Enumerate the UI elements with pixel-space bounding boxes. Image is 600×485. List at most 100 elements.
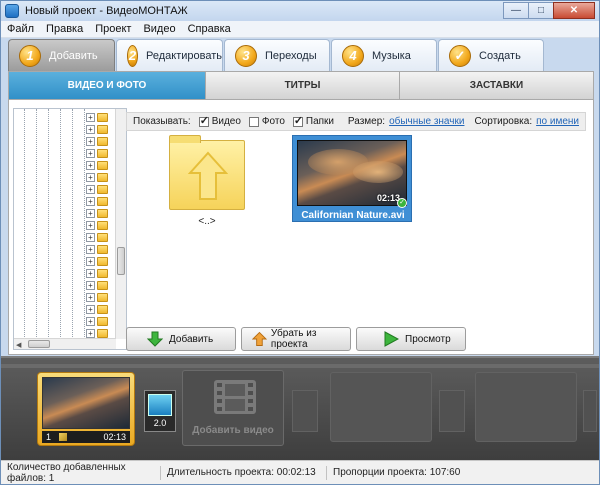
minimize-button[interactable]: — (503, 2, 529, 19)
tree-folder-row[interactable]: + (86, 316, 108, 327)
tree-folder-row[interactable]: + (86, 136, 108, 147)
size-label: Размер: (347, 116, 386, 127)
tree-vertical-scrollbar[interactable] (115, 109, 126, 339)
expand-icon[interactable]: + (86, 125, 95, 134)
expand-icon[interactable]: + (86, 137, 95, 146)
checkbox-label: Видео (211, 116, 241, 127)
status-proportions: Пропорции проекта: 107:60 (333, 467, 461, 478)
tree-folder-row[interactable]: + (86, 172, 108, 183)
pencil-icon[interactable] (59, 433, 68, 441)
expand-icon[interactable]: + (86, 209, 95, 218)
subtab-intros[interactable]: ЗАСТАВКИ (400, 72, 593, 99)
tree-folder-row[interactable]: + (86, 304, 108, 315)
status-bar: Количество добавленных файлов: 1 Длитель… (1, 460, 599, 484)
expand-icon[interactable]: + (86, 197, 95, 206)
empty-transition-slot[interactable] (292, 390, 318, 432)
empty-transition-slot[interactable] (439, 390, 465, 432)
timeline-clip[interactable]: 1 02:13 (37, 372, 135, 446)
menu-edit[interactable]: Правка (40, 23, 89, 35)
step-tab-add[interactable]: 1 Добавить (8, 39, 115, 71)
filter-folders-checkbox[interactable]: Папки (292, 114, 334, 127)
expand-icon[interactable]: + (86, 281, 95, 290)
tree-folder-row[interactable]: + (86, 280, 108, 291)
step-tab-create[interactable]: ✓ Создать (438, 39, 544, 71)
tree-folder-row[interactable]: + (86, 268, 108, 279)
step-label: Переходы (265, 49, 317, 62)
size-link[interactable]: обычные значки (389, 116, 464, 127)
filter-photo-checkbox[interactable]: Фото (248, 116, 285, 127)
maximize-button[interactable]: □ (528, 2, 554, 19)
expand-icon[interactable]: + (86, 317, 95, 326)
window-title: Новый проект - ВидеоМОНТАЖ (25, 5, 188, 17)
filter-video-checkbox[interactable]: Видео (198, 114, 241, 127)
subtab-titles[interactable]: ТИТРЫ (206, 72, 400, 99)
menu-file[interactable]: Файл (1, 23, 40, 35)
expand-icon[interactable]: + (86, 269, 95, 278)
expand-icon[interactable]: + (86, 305, 95, 314)
menu-help[interactable]: Справка (182, 23, 237, 35)
down-arrow-icon (147, 331, 163, 347)
expand-icon[interactable]: + (86, 113, 95, 122)
step-label: Редактировать (146, 49, 222, 62)
remove-button-label: Убрать из проекта (270, 328, 317, 350)
empty-clip-slot[interactable] (330, 372, 432, 442)
scroll-left-icon[interactable]: ◀ (16, 341, 21, 349)
menu-video[interactable]: Видео (137, 23, 181, 35)
checkbox-box[interactable] (198, 114, 209, 127)
scroll-thumb[interactable] (28, 340, 50, 348)
tree-folder-row[interactable]: + (86, 256, 108, 267)
clip-thumbnail (42, 377, 130, 429)
tree-horizontal-scrollbar[interactable]: ◀ (14, 338, 116, 349)
step-tab-music[interactable]: 4 Музыка (331, 39, 437, 71)
title-bar[interactable]: Новый проект - ВидеоМОНТАЖ — □ ✕ (1, 1, 599, 21)
checkbox-box[interactable] (292, 114, 303, 127)
expand-icon[interactable]: + (86, 221, 95, 230)
checkbox-box[interactable] (248, 116, 259, 127)
tree-folder-row[interactable]: + (86, 184, 108, 195)
expand-icon[interactable]: + (86, 161, 95, 170)
expand-icon[interactable]: + (86, 329, 95, 338)
view-options: Размер: обычные значки Сортировка: по им… (348, 116, 579, 127)
tree-folder-row[interactable]: + (86, 148, 108, 159)
tree-folder-row[interactable]: + (86, 244, 108, 255)
tree-folder-row[interactable]: + (86, 292, 108, 303)
expand-icon[interactable]: + (86, 173, 95, 182)
filter-bar: Показывать: Видео Фото Папки Размер: обы… (126, 112, 586, 131)
tree-folder-row[interactable]: + (86, 232, 108, 243)
step-tab-transitions[interactable]: 3 Переходы (224, 39, 330, 71)
add-button[interactable]: Добавить (126, 327, 236, 351)
video-file-item[interactable]: 02:13 ✓ Californian Nature.avi (292, 135, 412, 222)
add-video-slot[interactable]: Добавить видео (182, 370, 284, 446)
tree-folder-row[interactable]: + (86, 112, 108, 123)
tree-folder-row[interactable]: + (86, 124, 108, 135)
parent-folder-item[interactable]: <..> (169, 135, 245, 230)
show-label: Показывать: (133, 116, 191, 127)
video-file-name: Californian Nature.avi (301, 210, 405, 221)
play-icon (384, 331, 399, 347)
subtab-video-photo[interactable]: ВИДЕО И ФОТО (9, 72, 206, 99)
expand-icon[interactable]: + (86, 293, 95, 302)
empty-transition-slot[interactable] (583, 390, 597, 432)
scroll-thumb[interactable] (117, 247, 125, 275)
status-duration: Длительность проекта: 00:02:13 (161, 465, 327, 480)
expand-icon[interactable]: + (86, 149, 95, 158)
expand-icon[interactable]: + (86, 257, 95, 266)
tree-folder-row[interactable]: + (86, 196, 108, 207)
tree-folder-row[interactable]: + (86, 208, 108, 219)
folder-tree[interactable]: + + + + + + + + + + + + + + + + + + + ◀ (13, 108, 127, 350)
sort-link[interactable]: по имени (536, 116, 579, 127)
remove-from-project-button[interactable]: Убрать из проекта (241, 327, 351, 351)
tree-folder-row[interactable]: + (86, 160, 108, 171)
preview-button[interactable]: Просмотр (356, 327, 466, 351)
expand-icon[interactable]: + (86, 185, 95, 194)
checkbox-label: Фото (261, 116, 285, 127)
menu-project[interactable]: Проект (89, 23, 137, 35)
empty-clip-slot[interactable] (475, 372, 577, 442)
close-button[interactable]: ✕ (553, 2, 595, 19)
tree-folder-row[interactable]: + (86, 220, 108, 231)
step-tab-edit[interactable]: 2 Редактировать (116, 39, 223, 71)
timeline-transition[interactable]: 2.0 (144, 390, 176, 432)
expand-icon[interactable]: + (86, 233, 95, 242)
folder-icon (97, 317, 108, 326)
expand-icon[interactable]: + (86, 245, 95, 254)
